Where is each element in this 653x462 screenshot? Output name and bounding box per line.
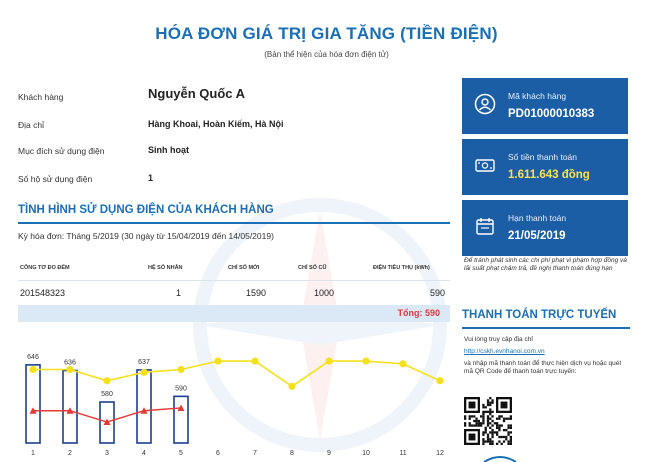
customer-name-label: Khách hàng [18,92,64,102]
col-multiplier: HỆ SỐ NHÂN [148,265,183,271]
chart-x-tick-label: 3 [105,450,109,457]
online-payment-title: THANH TOÁN TRỰC TUYẾN [462,309,617,321]
section-divider [18,222,450,224]
col-meter: CÔNG TƠ ĐO ĐẾM [20,265,70,271]
chart-bar [173,395,189,444]
customer-code-card: Mã khách hàng PD01000010383 [462,78,628,134]
households-value: 1 [148,173,154,183]
chart-data-label: 637 [138,359,150,366]
chart-yellow-point [251,357,259,365]
chart-x-tick-label: 10 [362,450,370,457]
payment-divider [462,327,630,329]
due-date-value: 21/05/2019 [508,230,566,242]
chart-x-tick-label: 8 [290,450,294,457]
invoice-title: HÓA ĐƠN GIÁ TRỊ GIA TĂNG (TIỀN ĐIỆN) [155,24,498,43]
chart-bar [136,369,152,444]
chart-yellow-point [399,360,407,368]
late-payment-note: Để tránh phát sinh các chi phí phạt vi p… [464,257,627,273]
due-date-card: Hạn thanh toán 21/05/2019 [462,200,628,256]
cell-consumption: 590 [430,288,446,298]
logo-partial-icon [483,456,517,462]
table-header-rule [18,280,450,281]
purpose-label: Mục đích sử dụng điện [18,146,105,156]
calendar-icon [476,218,494,235]
address-value: Hàng Khoai, Hoàn Kiếm, Hà Nội [148,119,284,129]
chart-yellow-point [362,357,370,365]
chart-x-tick-label: 12 [436,450,444,457]
chart-x-tick-label: 7 [253,450,257,457]
chart-data-label: 580 [101,391,113,398]
chart-yellow-point [177,365,185,374]
payment-link[interactable]: http://cskh.evnhanoi.com.vn [464,348,545,356]
billing-period: Kỳ hóa đơn: Tháng 5/2019 (30 ngày từ 15/… [18,231,274,241]
chart-yellow-line [33,360,441,388]
col-old-index: CHỈ SỐ CŨ [298,265,327,271]
chart-data-label: 590 [175,385,187,392]
chart-yellow-point [325,357,333,365]
col-new-index: CHỈ SỐ MỚI [228,265,260,271]
chart-x-tick-label: 5 [179,450,183,457]
chart-x-tick-label: 6 [216,450,220,457]
col-consumption: ĐIỆN TIÊU THỤ (kWh) [373,265,430,271]
usage-chart: 6466365806375901 2 3 4 5 6 7 8 9 10 11 12 [25,354,444,457]
customer-code-label: Mã khách hàng [508,91,567,101]
payment-instructions: và nhập mã thanh toán để thực hiện dịch … [464,360,622,376]
chart-x-tick-label: 9 [327,450,331,457]
chart-yellow-point [436,377,444,385]
purpose-value: Sinh hoạt [148,145,189,155]
qr-code[interactable] [464,397,512,445]
chart-data-label: 646 [27,354,39,361]
money-icon [475,159,495,172]
chart-yellow-point [66,365,74,374]
chart-yellow-point [288,382,296,390]
payment-intro: Vui lòng truy cập địa chỉ [464,336,533,343]
chart-x-tick-label: 11 [399,450,406,457]
total-text: Tổng: 590 [397,308,440,318]
address-label: Địa chỉ [18,120,44,130]
cell-meter: 201548323 [20,288,66,298]
chart-yellow-point [214,357,222,365]
amount-card: Số tiền thanh toán 1.611.643 đồng [462,139,628,195]
chart-bar [25,364,41,444]
households-label: Số hộ sử dụng điện [18,174,93,184]
due-date-label: Hạn thanh toán [508,213,567,223]
user-icon [474,93,496,115]
chart-bar [62,369,78,444]
total-bar: Tổng: 590 [18,305,450,322]
cell-multiplier: 1 [176,288,182,298]
customer-code: PD01000010383 [508,108,595,120]
chart-x-tick-label: 4 [142,450,146,457]
chart-data-label: 636 [64,360,76,367]
amount-label: Số tiền thanh toán [508,152,578,162]
chart-x-tick-label: 1 [31,450,35,457]
cell-old-index: 1000 [314,288,335,298]
usage-section-title: TÌNH HÌNH SỬ DỤNG ĐIỆN CỦA KHÁCH HÀNG [18,204,274,216]
chart-yellow-point [29,365,37,374]
chart-yellow-point [140,368,148,376]
amount-value: 1.611.643 đồng [508,169,590,181]
customer-name: Nguyễn Quốc A [148,86,246,101]
invoice-subtitle: (Bản thể hiện của hóa đơn điện tử) [264,50,389,59]
cell-new-index: 1590 [246,288,267,298]
chart-x-tick-label: 2 [68,450,72,457]
chart-yellow-point [103,377,111,385]
